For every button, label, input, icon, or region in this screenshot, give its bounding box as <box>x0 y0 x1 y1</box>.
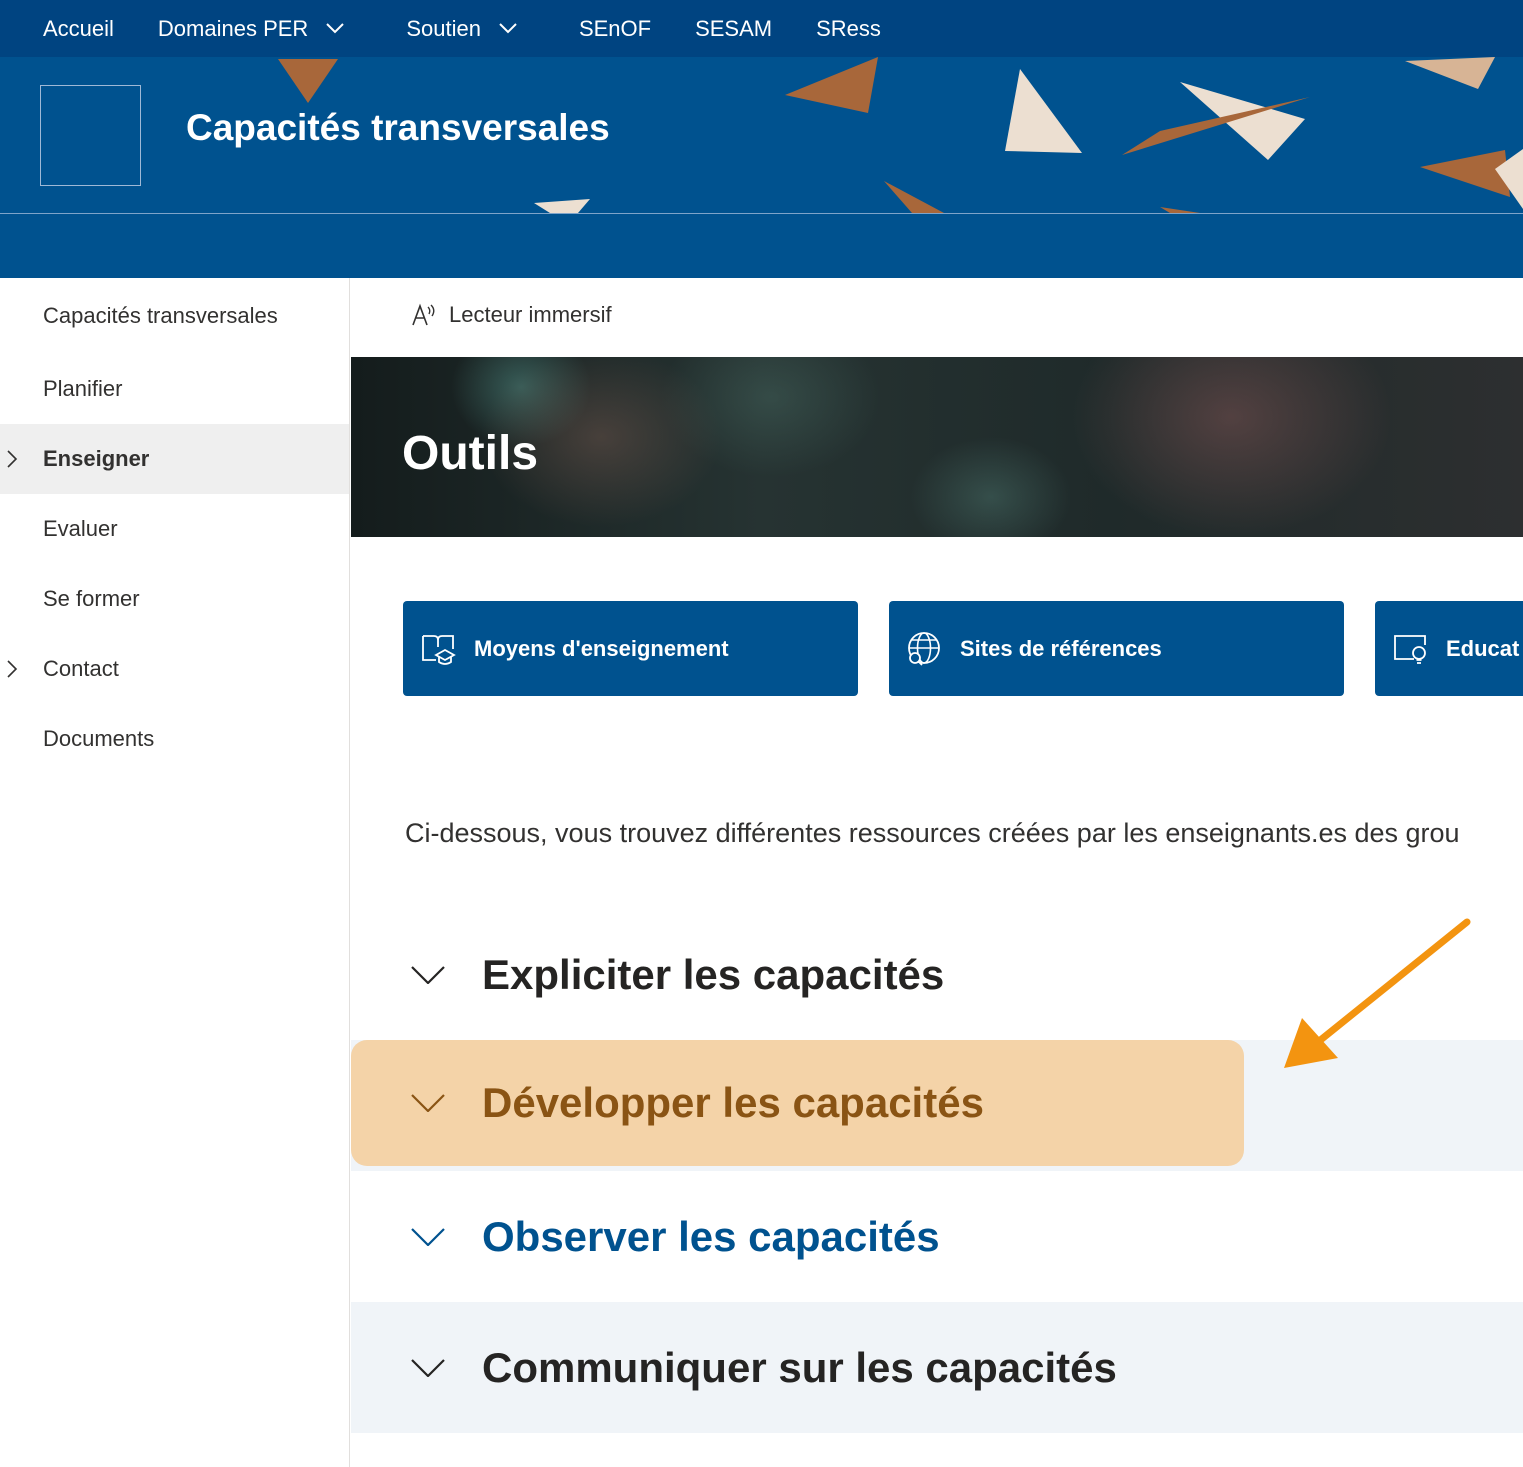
nav-item-label: SESAM <box>695 15 773 41</box>
top-navigation: Accueil Domaines PER Soutien SEnOF SESAM… <box>0 0 1523 57</box>
intro-paragraph: Ci-dessous, vous trouvez différentes res… <box>405 818 1460 848</box>
immersive-reader-icon <box>412 303 435 326</box>
nav-item-label: Domaines PER <box>157 15 309 41</box>
left-navigation: Capacités transversales Planifier Enseig… <box>0 278 350 1467</box>
accordion-observer[interactable]: Observer les capacités <box>351 1171 1523 1302</box>
nav-item-senof[interactable]: SEnOF <box>579 16 651 42</box>
site-title[interactable]: Capacités transversales <box>186 107 610 149</box>
quick-links: Moyens d'enseignement Sites de référence… <box>403 601 1523 696</box>
nav-item-label: SRess <box>816 15 881 41</box>
nav-item-label: Soutien <box>406 15 481 41</box>
main-content: Lecteur immersif Outils Moyens d'enseign… <box>351 278 1523 1467</box>
accordion-expliciter[interactable]: Expliciter les capacités <box>351 909 1523 1040</box>
immersive-reader-label: Lecteur immersif <box>449 302 612 327</box>
sidebar-item-contact[interactable]: Contact <box>0 634 349 704</box>
book-graduation-icon <box>422 634 456 665</box>
hero-banner: Outils <box>351 357 1523 537</box>
globe-search-icon <box>908 631 940 666</box>
screen-lightbulb-icon <box>1394 634 1426 664</box>
chevron-down-icon <box>326 23 345 34</box>
sidebar-item-label: Planifier <box>43 376 123 401</box>
chevron-right-icon[interactable] <box>6 660 18 678</box>
sidebar-item-label: Se former <box>43 586 140 611</box>
sidebar-item-label: Contact <box>43 656 119 681</box>
nav-item-accueil[interactable]: Accueil <box>43 16 114 42</box>
chevron-down-icon <box>411 1358 445 1377</box>
nav-item-label: SEnOF <box>578 15 652 41</box>
quick-link-label: Educat <box>1446 635 1520 661</box>
sidebar-item-evaluer[interactable]: Evaluer <box>0 494 349 564</box>
nav-item-soutien[interactable]: Soutien <box>406 16 517 42</box>
quick-link-educat[interactable]: Educat <box>1375 601 1523 696</box>
quick-link-label: Sites de références <box>960 635 1162 661</box>
sidebar-item-label: Evaluer <box>43 516 118 541</box>
sidebar-item-enseigner[interactable]: Enseigner <box>0 424 349 494</box>
accordion-developper[interactable]: Développer les capacités <box>351 1040 1244 1166</box>
site-logo[interactable] <box>40 85 141 186</box>
sidebar-item-label: Capacités transversales <box>43 303 278 328</box>
chevron-down-icon <box>499 23 517 34</box>
immersive-reader-button[interactable]: Lecteur immersif <box>411 302 612 328</box>
accordion-title: Communiquer sur les capacités <box>482 1343 1117 1391</box>
quick-link-label: Moyens d'enseignement <box>474 635 729 661</box>
chevron-right-icon[interactable] <box>6 450 18 468</box>
chevron-down-icon <box>411 965 445 984</box>
quick-link-moyens-enseignement[interactable]: Moyens d'enseignement <box>403 601 858 696</box>
nav-item-label: Accueil <box>43 15 114 41</box>
sidebar-item-se-former[interactable]: Se former <box>0 564 349 634</box>
sidebar-item-capacites-transversales[interactable]: Capacités transversales <box>0 278 349 354</box>
accordion-communiquer[interactable]: Communiquer sur les capacités <box>351 1302 1523 1433</box>
sidebar-item-label: Enseigner <box>43 446 150 471</box>
site-header: Capacités transversales <box>0 57 1523 213</box>
sidebar-item-planifier[interactable]: Planifier <box>0 354 349 424</box>
nav-item-sress[interactable]: SRess <box>816 16 881 42</box>
accordion-title: Expliciter les capacités <box>482 950 945 998</box>
chevron-down-icon <box>411 1227 445 1246</box>
sidebar-item-label: Documents <box>43 726 155 751</box>
nav-item-sesam[interactable]: SESAM <box>695 16 772 42</box>
accordion-title: Développer les capacités <box>482 1079 984 1126</box>
accordion-title: Observer les capacités <box>482 1212 940 1260</box>
quick-link-sites-references[interactable]: Sites de références <box>889 601 1344 696</box>
header-subbar <box>0 214 1523 278</box>
nav-item-domaines-per[interactable]: Domaines PER <box>157 15 345 42</box>
page-title: Outils <box>402 427 539 480</box>
sidebar-item-documents[interactable]: Documents <box>0 704 349 774</box>
chevron-down-icon <box>411 1094 445 1112</box>
